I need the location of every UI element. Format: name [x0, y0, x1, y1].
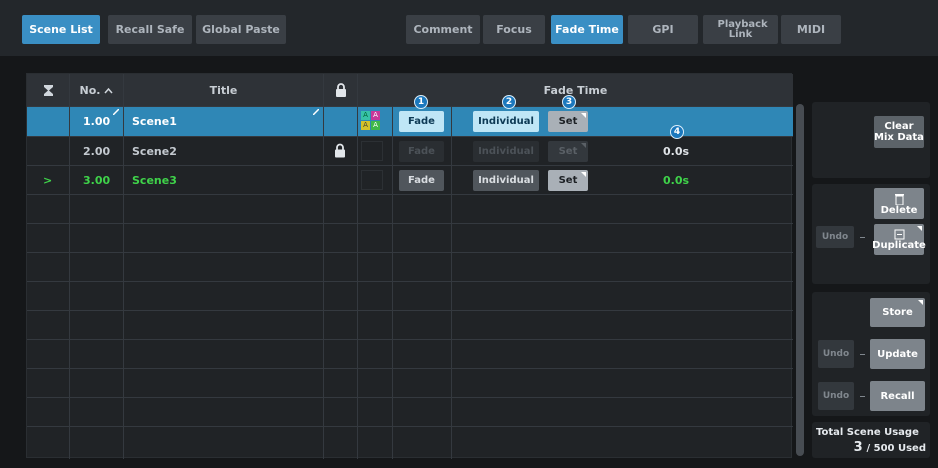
tab-recall-safe[interactable]: Recall Safe: [108, 15, 192, 44]
row3-fade-button[interactable]: Fade: [399, 170, 444, 191]
row2-lock-icon[interactable]: [334, 143, 346, 158]
store-button[interactable]: Store: [870, 298, 925, 327]
lock-icon: [335, 83, 346, 97]
row2-fade-button[interactable]: Fade: [399, 141, 444, 162]
undo-delete-button[interactable]: Undo: [816, 226, 854, 248]
update-button[interactable]: Update: [870, 339, 925, 369]
number-column-header[interactable]: No.: [70, 74, 123, 106]
row1-focus-grid[interactable]: A A A A: [361, 111, 383, 131]
sort-header[interactable]: [27, 74, 69, 106]
row3-set-button[interactable]: Set: [548, 170, 588, 191]
current-scene-marker: >: [43, 174, 53, 187]
top-tab-bar: Scene List Recall Safe Global Paste Comm…: [0, 0, 938, 56]
duplicate-button[interactable]: Duplicate: [872, 224, 926, 255]
callout-3: 3: [562, 95, 576, 109]
recall-button[interactable]: Recall: [870, 381, 925, 411]
tab-global-paste[interactable]: Global Paste: [196, 15, 286, 44]
clear-panel: Clear Mix Data: [812, 102, 930, 178]
tab-fade-time[interactable]: Fade Time: [551, 15, 623, 44]
row2-title[interactable]: Scene2: [132, 137, 177, 166]
scene-usage-label: Total Scene Usage: [816, 427, 919, 438]
tab-gpi[interactable]: GPI: [628, 15, 698, 44]
tab-midi[interactable]: MIDI: [781, 15, 841, 44]
row2-number[interactable]: 2.00: [83, 137, 110, 166]
tab-comment[interactable]: Comment: [406, 15, 480, 44]
callout-4: 4: [670, 125, 684, 139]
row1-set-button[interactable]: Set: [548, 111, 588, 132]
table-scrollbar[interactable]: [796, 104, 804, 456]
row2-fade-time-value: 0.0s: [663, 145, 690, 158]
title-column-header[interactable]: Title: [124, 74, 323, 106]
scene-usage-value: 3 / 500 Used: [853, 440, 926, 455]
undo-update-button[interactable]: Undo: [818, 340, 854, 368]
scene-usage-panel: Total Scene Usage 3 / 500 Used: [812, 422, 930, 458]
focus-flag-input-icon: A: [361, 111, 370, 120]
store-recall-panel: Store Undo Update Undo Recall: [812, 292, 930, 416]
focus-flag-fx-icon: A: [361, 121, 370, 130]
focus-flag-misc-icon: A: [371, 121, 380, 130]
tab-playback-link[interactable]: Playback Link: [703, 15, 778, 44]
delete-button[interactable]: Delete: [874, 188, 924, 219]
row2-individual-button[interactable]: Individual: [473, 141, 539, 162]
row3-number[interactable]: 3.00: [83, 166, 110, 195]
row3-focus-grid[interactable]: [361, 170, 383, 190]
hourglass-icon: [43, 84, 53, 96]
lock-column-header: [324, 74, 357, 106]
row1-individual-button[interactable]: Individual: [473, 111, 539, 132]
duplicate-icon: [894, 229, 904, 239]
row2-focus-grid[interactable]: [361, 141, 383, 161]
focus-flag-output-icon: A: [371, 111, 380, 120]
tab-scene-list[interactable]: Scene List: [22, 15, 100, 44]
clear-mix-data-button[interactable]: Clear Mix Data: [874, 116, 924, 148]
row1-number[interactable]: 1.00: [83, 107, 110, 136]
row1-fade-button[interactable]: Fade: [399, 111, 444, 132]
callout-2: 2: [502, 95, 516, 109]
undo-recall-button[interactable]: Undo: [818, 382, 854, 410]
row3-title[interactable]: Scene3: [132, 166, 177, 195]
number-header-label: No.: [79, 83, 101, 97]
trash-icon: [894, 193, 904, 205]
scene-table: No. Title Fade Time 1.00 Scene1 A A A A …: [26, 73, 793, 459]
row3-individual-button[interactable]: Individual: [473, 170, 539, 191]
edit-panel: Undo Delete Duplicate: [812, 184, 930, 284]
callout-1: 1: [414, 95, 428, 109]
row3-fade-time-value: 0.0s: [663, 174, 690, 187]
sort-arrow-up-icon: [104, 87, 114, 93]
row2-set-button[interactable]: Set: [548, 141, 588, 162]
pencil-icon: [313, 109, 319, 115]
row1-title[interactable]: Scene1: [132, 107, 177, 136]
pencil-icon: [113, 109, 119, 115]
tab-focus[interactable]: Focus: [483, 15, 545, 44]
